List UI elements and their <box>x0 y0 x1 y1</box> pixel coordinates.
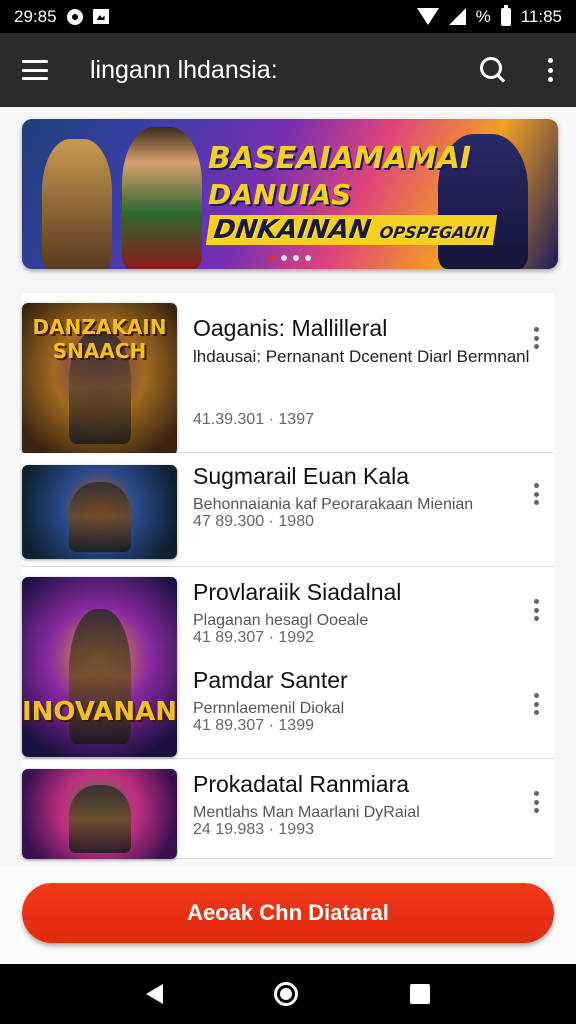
game-title: Sugmarail Euan Kala <box>193 463 410 489</box>
game-thumbnail[interactable]: DANZAKAIN SNAACH <box>22 303 177 455</box>
status-time-right: 11:85 <box>520 6 562 26</box>
status-time-left: 29:85 <box>14 6 57 26</box>
app-bar: lingann lhdansia: <box>0 33 576 107</box>
game-list-item[interactable]: Prokadatal Ranmiara Mentlahs Man Maarlani… <box>22 759 554 859</box>
bottom-action-bar: Aeoak Chn Diataral <box>0 867 576 964</box>
thumbnail-character <box>68 481 131 553</box>
notification-icon <box>66 8 83 25</box>
banner-character-left <box>42 139 112 269</box>
battery-text: % <box>475 6 491 26</box>
pagination-dot[interactable] <box>281 255 287 261</box>
back-icon[interactable] <box>145 984 163 1004</box>
banner-headline: BASEAIAMAMAI DANUIAS DNKAINAN OPSPEGAUII <box>205 141 498 245</box>
signal-icon <box>448 8 466 25</box>
content-area: BASEAIAMAMAI DANUIAS DNKAINAN OPSPEGAUII… <box>0 107 576 867</box>
game-title: Provlaraiik Siadalnal <box>193 579 402 605</box>
pagination-dot[interactable] <box>293 255 299 261</box>
battery-icon <box>500 4 511 26</box>
game-meta: 47 89.300 · 1980 <box>193 513 314 530</box>
item-more-options-icon[interactable] <box>534 693 540 715</box>
game-info: Sugmarail Euan Kala Behonnaiania kaf Peor… <box>177 453 554 566</box>
banner-line-2: DANUIAS <box>208 178 352 211</box>
banner-character-hero <box>122 127 202 269</box>
game-thumbnail[interactable] <box>22 465 177 559</box>
more-options-icon[interactable] <box>546 58 554 82</box>
game-subtitle: lhdausai: Pernanant Dcenent Diarl Bermna… <box>193 347 530 366</box>
game-info: Provlaraiik Siadalnal Plaganan hesagl Ooe… <box>177 567 554 659</box>
game-meta: 24 19.983 · 1993 <box>193 821 314 838</box>
item-more-options-icon[interactable] <box>534 327 540 349</box>
game-meta: 41 89.307 · 1992 <box>193 629 314 646</box>
thumbnail-character <box>68 785 131 853</box>
game-list-item[interactable]: INOVANANI Provlaraiik Siadalnal Plaganan h… <box>22 567 554 757</box>
game-title: Pamdar Santer <box>193 667 348 693</box>
home-icon[interactable] <box>274 982 299 1006</box>
thumbnail-logo: DANZAKAIN SNAACH <box>32 315 167 363</box>
item-more-options-icon[interactable] <box>534 599 540 621</box>
game-thumbnail[interactable]: INOVANANI <box>22 577 177 757</box>
image-notification-icon <box>92 9 109 24</box>
wifi-icon <box>416 8 439 25</box>
featured-banner[interactable]: BASEAIAMAMAI DANUIAS DNKAINAN OPSPEGAUII <box>22 119 558 269</box>
game-info: Prokadatal Ranmiara Mentlahs Man Maarlani… <box>177 759 554 858</box>
game-meta: 41 89.307 · 1399 <box>193 717 314 734</box>
menu-icon[interactable] <box>22 60 48 80</box>
pagination-dot[interactable] <box>305 255 311 261</box>
system-nav-bar <box>0 964 576 1024</box>
item-more-options-icon[interactable] <box>534 791 540 813</box>
banner-pagination <box>269 255 311 261</box>
banner-line-3: DNKAINAN OPSPEGAUII <box>205 215 498 245</box>
pagination-dot[interactable] <box>269 255 275 261</box>
primary-action-button[interactable]: Aeoak Chn Diataral <box>22 883 554 943</box>
game-list: DANZAKAIN SNAACH Oaganis: Mallilleral lhda… <box>22 293 554 859</box>
status-right: % 11:85 <box>416 4 562 27</box>
item-more-options-icon[interactable] <box>534 483 540 505</box>
game-list-item[interactable]: Sugmarail Euan Kala Behonnaiania kaf Peor… <box>22 453 554 567</box>
thumbnail-logo: INOVANANI <box>22 697 177 727</box>
status-left: 29:85 <box>14 7 109 27</box>
game-list-item[interactable]: DANZAKAIN SNAACH Oaganis: Mallilleral lhda… <box>22 293 554 455</box>
game-title: Oaganis: Mallilleral <box>193 315 388 341</box>
search-icon[interactable] <box>480 57 506 83</box>
banner-line-3-small: OPSPEGAUII <box>378 223 491 242</box>
app-title: lingann lhdansia: <box>90 55 278 84</box>
game-thumbnail[interactable] <box>22 769 177 859</box>
banner-line-1: BASEAIAMAMAI <box>208 141 472 176</box>
banner-line-3-main: DNKAINAN <box>211 215 374 245</box>
game-info: Oaganis: Mallilleral lhdausai: Pernanant … <box>177 293 554 452</box>
recents-icon[interactable] <box>410 984 431 1004</box>
game-meta: 41.39.301 · 1397 <box>193 411 314 428</box>
game-title: Prokadatal Ranmiara <box>193 771 410 797</box>
status-bar: 29:85 % 11:85 <box>0 0 576 33</box>
